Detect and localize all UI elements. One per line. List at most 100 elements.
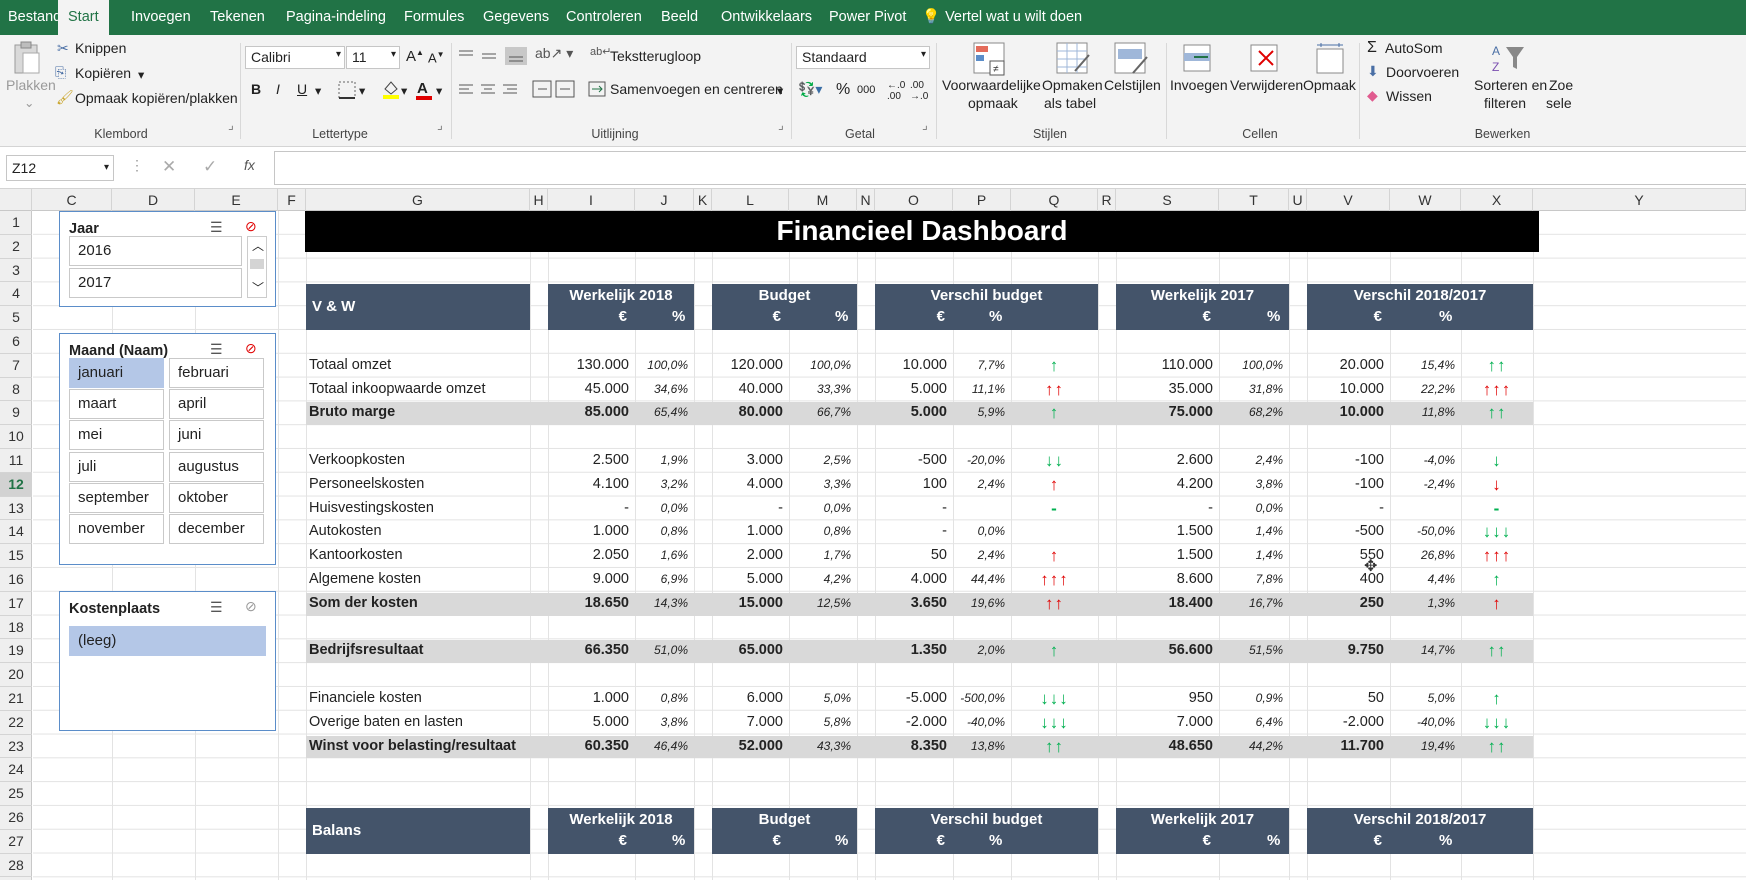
shrink-font-icon[interactable]: A▼	[428, 50, 445, 65]
column-header-i[interactable]: I	[548, 189, 635, 211]
tab-power pivot[interactable]: Power Pivot	[829, 0, 906, 35]
number-launcher-icon[interactable]: ⌟	[922, 117, 928, 132]
row-header-8[interactable]: 8	[0, 378, 32, 402]
column-header-n[interactable]: N	[857, 189, 875, 211]
row-header-19[interactable]: 19	[0, 639, 32, 664]
tab-gegevens[interactable]: Gegevens	[483, 0, 549, 35]
horizontal-align-icons[interactable]	[457, 81, 523, 99]
vertical-align-icons[interactable]	[457, 47, 529, 65]
tab-controleren[interactable]: Controleren	[566, 0, 642, 35]
slicer-item[interactable]: 2017	[69, 268, 242, 298]
column-header-c[interactable]: C	[32, 189, 112, 211]
fill-color-dropdown-icon[interactable]: ▾	[401, 83, 407, 98]
column-header-s[interactable]: S	[1116, 189, 1219, 211]
column-header-p[interactable]: P	[953, 189, 1011, 211]
slicer-item[interactable]: 2016	[69, 236, 242, 266]
multiselect-icon[interactable]: ☰	[210, 219, 223, 236]
row-header-25[interactable]: 25	[0, 782, 32, 806]
enter-icon[interactable]: ✓	[203, 157, 217, 177]
cancel-icon[interactable]: ✕	[162, 157, 176, 177]
row-header-14[interactable]: 14	[0, 520, 32, 545]
slicer-item-maart[interactable]: maart	[69, 389, 164, 420]
tab-bestand[interactable]: Bestand	[8, 0, 61, 35]
column-header-f[interactable]: F	[278, 189, 306, 211]
slicer-scrollbar[interactable]: ︿ ﹀	[247, 236, 267, 298]
multiselect-icon[interactable]: ☰	[210, 341, 223, 358]
format-table-button[interactable]: Opmaken	[1042, 77, 1103, 93]
font-color-dropdown-icon[interactable]: ▾	[436, 83, 442, 98]
slicer-item-november[interactable]: november	[69, 514, 164, 544]
thousands-button[interactable]: 000	[857, 84, 875, 96]
row-header-6[interactable]: 6	[0, 330, 32, 354]
borders-dropdown-icon[interactable]: ▾	[359, 83, 365, 98]
slicer-item-oktober[interactable]: oktober	[169, 482, 264, 513]
sort-filter-button[interactable]: Sorteren en	[1474, 77, 1547, 93]
fill-color-icon[interactable]	[381, 79, 401, 99]
slicer-item-mei[interactable]: mei	[69, 420, 164, 451]
column-header-x[interactable]: X	[1461, 189, 1533, 211]
row-header-16[interactable]: 16	[0, 568, 32, 592]
row-header-7[interactable]: 7	[0, 354, 32, 378]
slicer-item-juni[interactable]: juni	[169, 420, 264, 451]
copy-button[interactable]: Kopiëren	[75, 65, 131, 81]
merge-center-button[interactable]: Samenvoegen en centreren	[610, 81, 783, 97]
tab-start[interactable]: Start	[58, 0, 109, 35]
column-header-t[interactable]: T	[1219, 189, 1289, 211]
row-header-24[interactable]: 24	[0, 758, 32, 783]
slicer-item[interactable]: (leeg)	[69, 626, 266, 656]
row-header-2[interactable]: 2	[0, 235, 32, 259]
underline-button[interactable]: U	[297, 81, 307, 97]
autosum-button[interactable]: AutoSom	[1385, 40, 1443, 56]
row-header-22[interactable]: 22	[0, 711, 32, 735]
font-size-select[interactable]: 11 ▾	[346, 46, 400, 69]
row-header-23[interactable]: 23	[0, 735, 32, 759]
column-header-o[interactable]: O	[875, 189, 953, 211]
slicer-item-juli[interactable]: juli	[69, 451, 164, 482]
row-header-17[interactable]: 17	[0, 592, 32, 616]
alignment-launcher-icon[interactable]: ⌟	[778, 117, 784, 132]
column-header-v[interactable]: V	[1307, 189, 1390, 211]
column-header-g[interactable]: G	[306, 189, 530, 211]
row-header-3[interactable]: 3	[0, 259, 32, 283]
tab-tekenen[interactable]: Tekenen	[210, 0, 265, 35]
row-header-11[interactable]: 11	[0, 449, 32, 473]
column-header-k[interactable]: K	[694, 189, 712, 211]
column-header-e[interactable]: E	[195, 189, 278, 211]
delete-button[interactable]: Verwijderen	[1230, 77, 1303, 93]
slicer-item-september[interactable]: september	[69, 482, 164, 513]
row-header-21[interactable]: 21	[0, 687, 32, 711]
slicer-item-januari[interactable]: januari	[69, 358, 164, 388]
tab-ontwikkelaars[interactable]: Ontwikkelaars	[721, 0, 812, 35]
italic-button[interactable]: I	[276, 81, 280, 97]
wrap-text-button[interactable]: Tekstterugloop	[610, 48, 701, 64]
cell-styles-button[interactable]: Celstijlen	[1104, 77, 1161, 93]
format-painter-button[interactable]: Opmaak kopiëren/plakken	[75, 90, 238, 106]
currency-icon[interactable]: 💱▾	[798, 81, 822, 98]
column-header-w[interactable]: W	[1390, 189, 1461, 211]
slicer-item-december[interactable]: december	[169, 514, 264, 544]
column-header-y[interactable]: Y	[1533, 189, 1746, 211]
indent-icons[interactable]	[532, 79, 576, 99]
clear-filter-icon[interactable]: ⊘	[245, 598, 257, 615]
underline-dropdown-icon[interactable]: ▾	[315, 83, 321, 98]
scrollbar-thumb[interactable]	[250, 259, 264, 269]
slicer-item-augustus[interactable]: augustus	[169, 451, 264, 482]
decrease-decimal-icon[interactable]: .00 →.0	[910, 80, 928, 102]
row-header-20[interactable]: 20	[0, 663, 32, 687]
tab-pagina-indeling[interactable]: Pagina-indeling	[286, 0, 386, 35]
row-header-4[interactable]: 4	[0, 282, 32, 307]
orientation-icon[interactable]: ab↗ ▾	[535, 45, 573, 62]
conditional-format-button[interactable]: Voorwaardelijke	[942, 77, 1041, 93]
multiselect-icon[interactable]: ☰	[210, 599, 223, 616]
font-launcher-icon[interactable]: ⌟	[437, 117, 443, 132]
insert-button[interactable]: Invoegen	[1170, 77, 1228, 93]
bold-button[interactable]: B	[251, 81, 261, 97]
grow-font-icon[interactable]: A▲	[406, 48, 424, 65]
chevron-up-icon[interactable]: ︿	[252, 237, 264, 254]
paste-dropdown-icon[interactable]: ⌄	[24, 95, 34, 110]
clipboard-launcher-icon[interactable]: ⌟	[228, 117, 234, 132]
paste-button[interactable]: Plakken	[6, 77, 56, 93]
font-name-select[interactable]: Calibri ▾	[245, 46, 345, 69]
insert-function-icon[interactable]: fx	[244, 157, 255, 173]
name-box[interactable]: Z12 ▾	[6, 155, 114, 181]
